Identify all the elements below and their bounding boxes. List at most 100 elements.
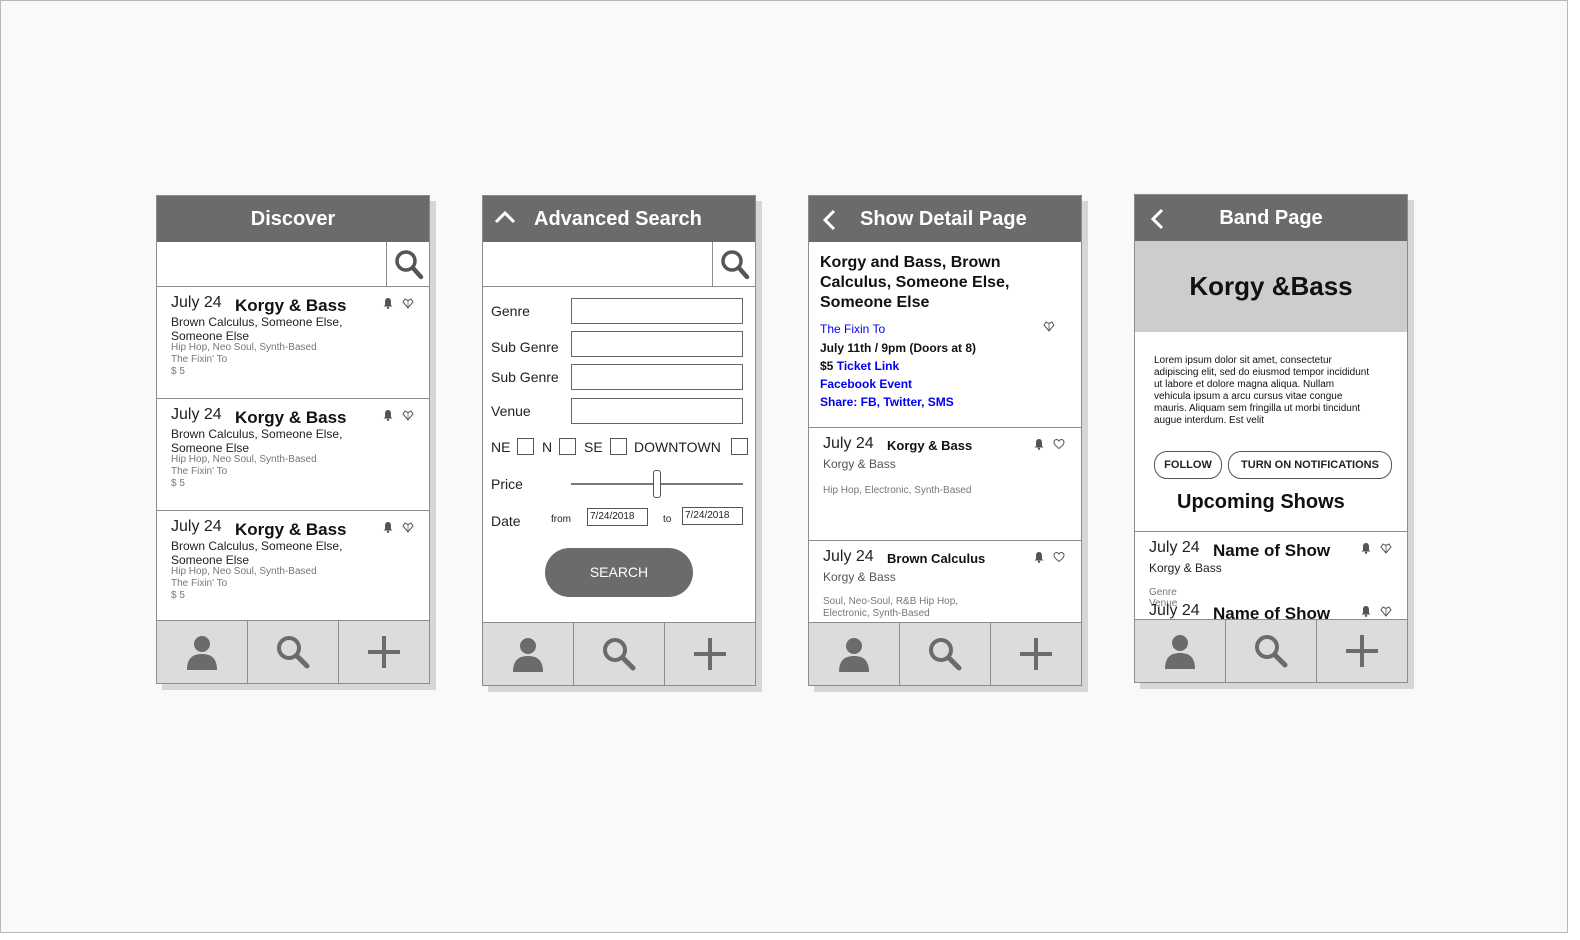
show-datetime: July 11th / 9pm (Doors at 8) [820,341,977,355]
heart-icon[interactable] [1053,438,1065,450]
show-detail-screen: Show Detail Page Korgy and Bass, Brown C… [808,195,1082,686]
ticket-link[interactable]: Ticket Link [837,359,899,373]
search-submit-button[interactable]: SEARCH [545,548,693,597]
search-bar [483,242,755,287]
nav-add[interactable] [1317,620,1407,682]
event-venue: The Fixin' To [171,354,228,365]
search-icon [277,636,310,669]
related-show-card[interactable]: July 24 Brown Calculus Korgy & Bass Soul… [809,541,1081,623]
heart-icon[interactable] [402,521,414,533]
neighborhood-label-n: N [542,439,553,455]
event-genres: Hip Hop, Neo Soul, Synth-Based [171,566,317,577]
event-genres: Hip Hop, Neo Soul, Synth-Based [171,454,317,465]
event-price: $ 5 [171,366,185,377]
event-artists: Brown Calculus, Someone Else, Someone El… [171,315,343,343]
event-venue: The Fixin' To [171,466,228,477]
neighborhood-label-downtown: DOWNTOWN [634,439,721,455]
neighborhood-checkbox-ne[interactable] [517,438,534,455]
heart-icon[interactable] [1043,320,1055,332]
nav-search[interactable] [1226,620,1317,682]
subgenre-label: Sub Genre [491,339,559,355]
bottom-nav [157,620,429,683]
neighborhood-checkbox-se[interactable] [610,438,627,455]
bottom-nav [1135,619,1407,682]
bell-icon[interactable] [1360,542,1372,554]
advanced-search-header: Advanced Search [483,196,755,242]
page-title: Discover [250,208,336,230]
notifications-button[interactable]: TURN ON NOTIFICATIONS [1228,451,1392,479]
chevron-up-icon[interactable] [493,208,517,228]
page-title: Advanced Search [534,208,702,230]
event-artists: Brown Calculus, Someone Else, Someone El… [171,427,343,455]
heart-icon[interactable] [1380,542,1392,554]
price-slider[interactable] [571,470,743,498]
event-genres: Soul, Neo-Soul, R&B Hip Hop, Electronic,… [823,596,959,619]
slider-thumb[interactable] [653,470,661,498]
bell-icon[interactable] [382,297,394,309]
date-from-label: from [551,514,571,525]
related-show-card[interactable]: July 24 Korgy & Bass Korgy & Bass Hip Ho… [809,428,1081,541]
search-input[interactable] [157,242,387,286]
nav-profile[interactable] [157,621,248,683]
event-price: $ 5 [171,590,185,601]
bell-icon[interactable] [1033,551,1045,563]
neighborhood-checkbox-n[interactable] [559,438,576,455]
search-button[interactable] [387,242,429,286]
subgenre-field[interactable] [571,331,743,357]
event-band: Korgy & Bass [823,457,896,471]
event-venue: The Fixin' To [171,578,228,589]
search-icon [929,638,962,671]
show-price-row: $5 Ticket Link [820,359,899,373]
nav-search[interactable] [574,623,665,685]
search-button[interactable] [713,242,755,286]
plus-icon [1020,638,1052,670]
venue-link[interactable]: The Fixin To [820,322,885,336]
follow-button[interactable]: FOLLOW [1154,451,1222,479]
date-to-field[interactable]: 7/24/2018 [682,507,743,525]
bell-icon[interactable] [1360,605,1372,617]
nav-search[interactable] [900,623,991,685]
user-icon [839,638,869,672]
nav-profile[interactable] [809,623,900,685]
nav-add[interactable] [991,623,1081,685]
nav-add[interactable] [665,623,755,685]
event-card[interactable]: July 24 Korgy & Bass Brown Calculus, Som… [157,399,429,511]
genre-field[interactable] [571,298,743,324]
discover-screen: Discover July 24 Korgy & Bass Brown Calc… [156,195,430,684]
heart-icon[interactable] [1053,551,1065,563]
price-label: Price [491,476,523,492]
event-date: July 24 [171,406,222,423]
event-name: Korgy & Bass [235,408,347,427]
heart-icon[interactable] [402,409,414,421]
share-links[interactable]: Share: FB, Twitter, SMS [820,395,954,409]
event-band: Korgy & Bass [823,570,896,584]
event-card[interactable]: July 24 Korgy & Bass Brown Calculus, Som… [157,287,429,399]
venue-field[interactable] [571,398,743,424]
nav-search[interactable] [248,621,339,683]
heart-icon[interactable] [402,297,414,309]
discover-header: Discover [157,196,429,242]
facebook-event-link[interactable]: Facebook Event [820,377,912,391]
nav-add[interactable] [339,621,429,683]
plus-icon [1346,635,1378,667]
show-price: $5 [820,359,834,373]
event-name: Korgy & Bass [887,438,973,453]
event-card[interactable]: July 24 Korgy & Bass Brown Calculus, Som… [157,511,429,622]
page-title: Show Detail Page [860,208,1027,230]
nav-profile[interactable] [483,623,574,685]
subgenre-2-field[interactable] [571,364,743,390]
subgenre-2-label: Sub Genre [491,369,559,385]
heart-icon[interactable] [1380,605,1392,617]
bell-icon[interactable] [382,409,394,421]
neighborhood-checkbox-downtown[interactable] [731,438,748,455]
nav-profile[interactable] [1135,620,1226,682]
date-from-field[interactable]: 7/24/2018 [587,508,648,526]
search-bar [157,242,429,287]
bell-icon[interactable] [1033,438,1045,450]
bell-icon[interactable] [382,521,394,533]
user-icon [1165,635,1195,669]
event-date: July 24 [823,435,874,452]
search-input[interactable] [483,242,713,286]
bottom-nav [483,622,755,685]
back-button[interactable] [809,196,851,242]
